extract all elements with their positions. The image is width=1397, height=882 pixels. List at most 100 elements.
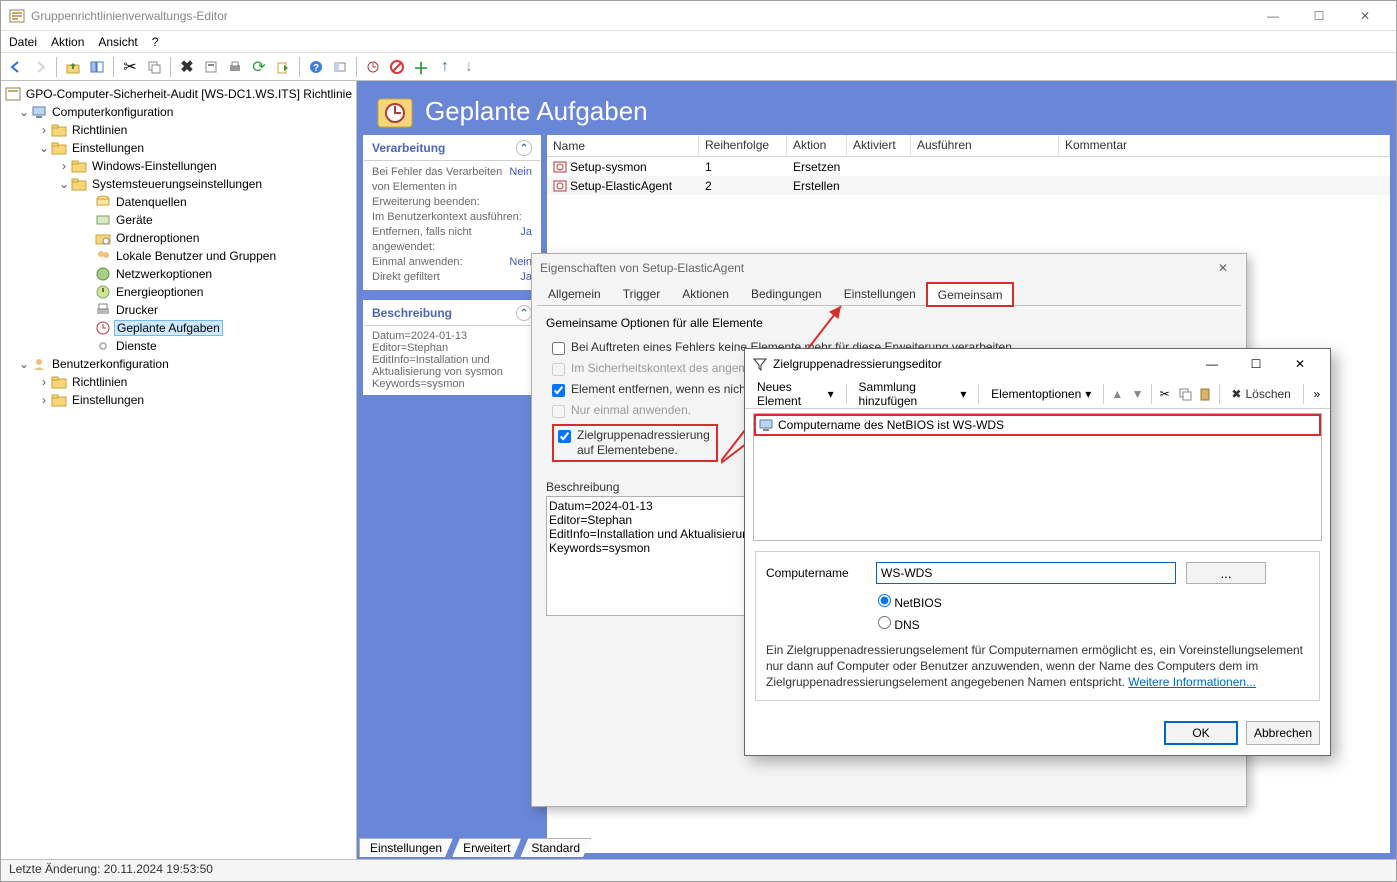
help-icon[interactable]: ?: [305, 56, 327, 78]
tree-b-richt[interactable]: Richtlinien: [70, 375, 129, 389]
tree-windows[interactable]: Windows-Einstellungen: [90, 159, 219, 173]
tree-lokbenutzer[interactable]: Lokale Benutzer und Gruppen: [114, 249, 278, 263]
tree-datenquellen[interactable]: Datenquellen: [114, 195, 189, 209]
cut-icon[interactable]: ✂: [1156, 383, 1174, 405]
col-run[interactable]: Ausführen: [911, 135, 1059, 156]
chk-remove-unapplied[interactable]: [552, 384, 565, 397]
tree-computerkonf[interactable]: Computerkonfiguration: [50, 105, 175, 119]
maximize-icon[interactable]: ☐: [1234, 350, 1278, 378]
tab-gemeinsam[interactable]: Gemeinsam: [927, 283, 1014, 306]
chevron-down-icon: ▾: [828, 387, 834, 401]
tree-richtlinien[interactable]: Richtlinien: [70, 123, 129, 137]
chk-item-level-targeting[interactable]: [558, 430, 571, 443]
copy-icon[interactable]: [1176, 383, 1194, 405]
table-row[interactable]: Setup-ElasticAgent2Erstellen: [547, 176, 1390, 195]
ok-button[interactable]: OK: [1164, 721, 1238, 745]
tab-bedingungen[interactable]: Bedingungen: [740, 282, 833, 305]
menu-help[interactable]: ?: [152, 35, 159, 49]
move-up-icon[interactable]: ▲: [1108, 383, 1126, 405]
collapse-icon[interactable]: ⌃: [516, 140, 532, 156]
copy-icon[interactable]: [143, 56, 165, 78]
scheduled-tasks-icon: [95, 320, 111, 336]
tree-energieopt[interactable]: Energieoptionen: [114, 285, 205, 299]
datasource-icon: [95, 194, 111, 210]
minimize-icon[interactable]: —: [1190, 350, 1234, 378]
col-name[interactable]: Name: [547, 135, 699, 156]
toggle-icon[interactable]: [329, 56, 351, 78]
tab-trigger[interactable]: Trigger: [612, 282, 672, 305]
tab-einstellungen[interactable]: Einstellungen: [833, 282, 927, 305]
delete-button[interactable]: ✖ Löschen: [1223, 384, 1298, 404]
tree-root[interactable]: GPO-Computer-Sicherheit-Audit [WS-DC1.WS…: [24, 87, 354, 101]
col-order[interactable]: Reihenfolge: [699, 135, 787, 156]
tab-aktionen[interactable]: Aktionen: [671, 282, 740, 305]
menu-view[interactable]: Ansicht: [98, 35, 137, 49]
power-icon: [95, 284, 111, 300]
radio-netbios[interactable]: NetBIOS: [878, 594, 1309, 610]
new-item-dropdown[interactable]: Neues Element ▾: [749, 377, 842, 411]
folder-icon: [71, 158, 87, 174]
computername-input[interactable]: [876, 562, 1176, 584]
item-options-dropdown[interactable]: Elementoptionen ▾: [983, 384, 1099, 404]
close-icon[interactable]: ✕: [1278, 350, 1322, 378]
properties-icon[interactable]: [200, 56, 222, 78]
user-icon: [31, 356, 47, 372]
chevron-down-icon: ▾: [1085, 387, 1091, 401]
cut-icon[interactable]: ✂: [119, 56, 141, 78]
tree-benutzerkonf[interactable]: Benutzerkonfiguration: [50, 357, 171, 371]
add-icon[interactable]: ＋: [410, 56, 432, 78]
tree-drucker[interactable]: Drucker: [114, 303, 160, 317]
add-collection-dropdown[interactable]: Sammlung hinzufügen ▾: [851, 377, 975, 411]
targeting-editor-title: Zielgruppenadressierungseditor: [773, 357, 942, 371]
table-row[interactable]: Setup-sysmon1Ersetzen: [547, 157, 1390, 176]
up-folder-icon[interactable]: [62, 56, 84, 78]
minimize-button[interactable]: —: [1250, 1, 1296, 31]
targeting-list[interactable]: Computername des NetBIOS ist WS-WDS: [753, 413, 1322, 541]
delete-icon[interactable]: ✖: [176, 56, 198, 78]
tree-netzopt[interactable]: Netzwerkoptionen: [114, 267, 214, 281]
menu-action[interactable]: Aktion: [51, 35, 84, 49]
stop-icon[interactable]: [386, 56, 408, 78]
tree-einstellungen[interactable]: Einstellungen: [70, 141, 146, 155]
chk-stop-on-error[interactable]: [552, 342, 565, 355]
list-item[interactable]: Computername des NetBIOS ist WS-WDS: [756, 416, 1319, 434]
tree-b-einst[interactable]: Einstellungen: [70, 393, 146, 407]
bottom-tab-erweitert[interactable]: Erweitert: [452, 838, 521, 857]
tree-syssteuer[interactable]: Systemsteuerungseinstellungen: [90, 177, 264, 191]
forward-icon[interactable]: [29, 56, 51, 78]
collapse-icon[interactable]: ⌃: [516, 305, 532, 321]
print-icon[interactable]: [224, 56, 246, 78]
more-info-link[interactable]: Weitere Informationen...: [1128, 675, 1256, 689]
refresh-icon[interactable]: ⟳: [248, 56, 270, 78]
tree-dienste[interactable]: Dienste: [114, 339, 159, 353]
paste-icon[interactable]: [1196, 383, 1214, 405]
move-down-icon[interactable]: ▼: [1128, 383, 1146, 405]
radio-dns[interactable]: DNS: [878, 616, 1309, 632]
tree-ordneropt[interactable]: Ordneroptionen: [114, 231, 201, 245]
maximize-button[interactable]: ☐: [1296, 1, 1342, 31]
tree-geplante[interactable]: Geplante Aufgaben: [114, 320, 223, 336]
cancel-button[interactable]: Abbrechen: [1246, 721, 1320, 745]
close-button[interactable]: ✕: [1342, 1, 1388, 31]
back-icon[interactable]: [5, 56, 27, 78]
export-icon[interactable]: [272, 56, 294, 78]
tree-geraete[interactable]: Geräte: [114, 213, 155, 227]
help-text: Ein Zielgruppenadressierungselement für …: [766, 642, 1309, 690]
col-action[interactable]: Aktion: [787, 135, 847, 156]
scheduled-task-icon[interactable]: [362, 56, 384, 78]
tab-allgemein[interactable]: Allgemein: [537, 282, 612, 305]
close-icon[interactable]: ✕: [1208, 261, 1238, 275]
menu-file[interactable]: Datei: [9, 35, 37, 49]
overflow-icon[interactable]: »: [1308, 383, 1326, 405]
tree-pane[interactable]: GPO-Computer-Sicherheit-Audit [WS-DC1.WS…: [1, 81, 357, 859]
beschreibung-line: Editor=Stephan: [372, 342, 532, 354]
col-comment[interactable]: Kommentar: [1059, 135, 1390, 156]
col-enabled[interactable]: Aktiviert: [847, 135, 911, 156]
bottom-tab-standard[interactable]: Standard: [520, 838, 591, 857]
bottom-tab-einstellungen[interactable]: Einstellungen: [359, 838, 453, 857]
show-hide-tree-icon[interactable]: [86, 56, 108, 78]
move-up-icon[interactable]: ↑: [434, 56, 456, 78]
browse-button[interactable]: ...: [1186, 562, 1266, 584]
verarbeitung-key: Entfernen, falls nicht angewendet:: [372, 225, 520, 255]
move-down-icon[interactable]: ↓: [458, 56, 480, 78]
